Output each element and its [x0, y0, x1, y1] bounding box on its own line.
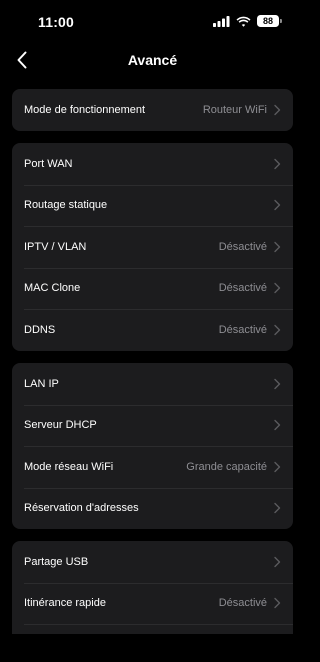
settings-group-wan: Port WAN Routage statique IPTV / VLAN Dé… [12, 143, 293, 351]
wifi-icon [236, 16, 251, 27]
row-mode-fonctionnement[interactable]: Mode de fonctionnement Routeur WiFi [12, 89, 293, 131]
row-label: DDNS [24, 323, 56, 336]
status-icons: 88 [213, 15, 282, 27]
row-lan-ip[interactable]: LAN IP [12, 363, 293, 405]
row-routage-statique[interactable]: Routage statique [12, 184, 293, 227]
chevron-right-icon [274, 104, 281, 115]
chevron-right-icon [274, 461, 281, 472]
battery-icon: 88 [257, 15, 282, 27]
row-value: Désactivé [218, 282, 267, 295]
row-mode-reseau-wifi[interactable]: Mode réseau WiFi Grande capacité [12, 446, 293, 488]
row-label: Mode de fonctionnement [24, 103, 146, 116]
row-value: Grande capacité [186, 460, 267, 473]
row-label: Mode réseau WiFi [24, 460, 114, 473]
row-label: MAC Clone [24, 282, 81, 295]
row-reservation-adresses[interactable]: Réservation d'adresses [12, 487, 293, 530]
row-port-wan[interactable]: Port WAN [12, 143, 293, 185]
row-partage-usb[interactable]: Partage USB [12, 541, 293, 583]
row-ddns[interactable]: DDNS Désactivé [12, 309, 293, 351]
settings-group-usb: Partage USB Itinérance rapide Désactivé [12, 541, 293, 634]
chevron-right-icon [274, 503, 281, 514]
row-label: Port WAN [24, 157, 73, 170]
row-label: Serveur DHCP [24, 419, 97, 432]
row-label: Partage USB [24, 555, 89, 568]
row-label: Itinérance rapide [24, 597, 106, 610]
status-time: 11:00 [38, 14, 75, 30]
settings-group-lan: LAN IP Serveur DHCP Mode réseau WiFi Gra… [12, 363, 293, 529]
chevron-right-icon [274, 241, 281, 252]
chevron-right-icon [274, 598, 281, 609]
row-value: Désactivé [218, 323, 267, 336]
status-bar: 11:00 88 [0, 0, 305, 44]
chevron-right-icon [274, 324, 281, 335]
row-label: IPTV / VLAN [24, 240, 87, 253]
chevron-right-icon [274, 158, 281, 169]
chevron-right-icon [274, 200, 281, 211]
signal-icon [213, 15, 230, 27]
chevron-right-icon [274, 420, 281, 431]
nav-bar: Avancé [0, 44, 305, 74]
battery-level: 88 [262, 16, 273, 26]
chevron-right-icon [274, 378, 281, 389]
row-iptv-vlan[interactable]: IPTV / VLAN Désactivé [12, 226, 293, 268]
row-label: Routage statique [24, 199, 108, 212]
chevron-right-icon [274, 556, 281, 567]
row-mac-clone[interactable]: MAC Clone Désactivé [12, 267, 293, 310]
page-title: Avancé [127, 52, 178, 68]
row-itinerance-rapide[interactable]: Itinérance rapide Désactivé [12, 582, 293, 625]
chevron-right-icon [274, 283, 281, 294]
row-partial-hidden[interactable] [12, 624, 293, 634]
row-value: Désactivé [218, 240, 267, 253]
row-label: Réservation d'adresses [24, 502, 139, 515]
row-serveur-dhcp[interactable]: Serveur DHCP [12, 404, 293, 447]
row-value: Routeur WiFi [202, 103, 267, 116]
settings-group-mode: Mode de fonctionnement Routeur WiFi [12, 89, 293, 131]
row-label: LAN IP [24, 377, 59, 390]
row-value: Désactivé [218, 597, 267, 610]
